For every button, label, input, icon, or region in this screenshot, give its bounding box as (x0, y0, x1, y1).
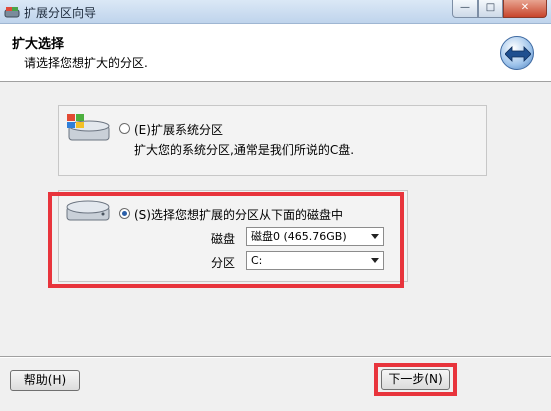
app-icon (4, 7, 20, 18)
page-title: 扩大选择 (12, 37, 65, 52)
highlight-box-next (374, 363, 457, 396)
highlight-box-partition (48, 192, 404, 288)
resize-arrows-icon (500, 36, 534, 70)
help-button[interactable]: 帮助(H) (10, 370, 80, 391)
system-drive-icon (67, 114, 110, 141)
radio-extend-system[interactable] (119, 123, 130, 134)
window-title: 扩展分区向导 (24, 6, 97, 20)
footer-divider (0, 356, 551, 358)
maximize-button[interactable]: □ (478, 0, 503, 18)
wizard-window: 扩展分区向导 — □ ✕ 扩大选择 请选择您想扩大的分区. (E)扩展系统分区 … (0, 0, 551, 411)
minimize-button[interactable]: — (452, 0, 478, 18)
option-extend-system-label[interactable]: (E)扩展系统分区 (134, 121, 223, 138)
page-subtitle: 请选择您想扩大的分区. (24, 56, 148, 70)
option-system-group: (E)扩展系统分区 扩大您的系统分区,通常是我们所说的C盘. (58, 105, 487, 176)
wizard-header: 扩大选择 请选择您想扩大的分区. (0, 24, 551, 82)
option-extend-system-description: 扩大您的系统分区,通常是我们所说的C盘. (134, 143, 355, 157)
close-button[interactable]: ✕ (503, 0, 547, 18)
title-bar[interactable]: 扩展分区向导 — □ ✕ (0, 0, 551, 24)
